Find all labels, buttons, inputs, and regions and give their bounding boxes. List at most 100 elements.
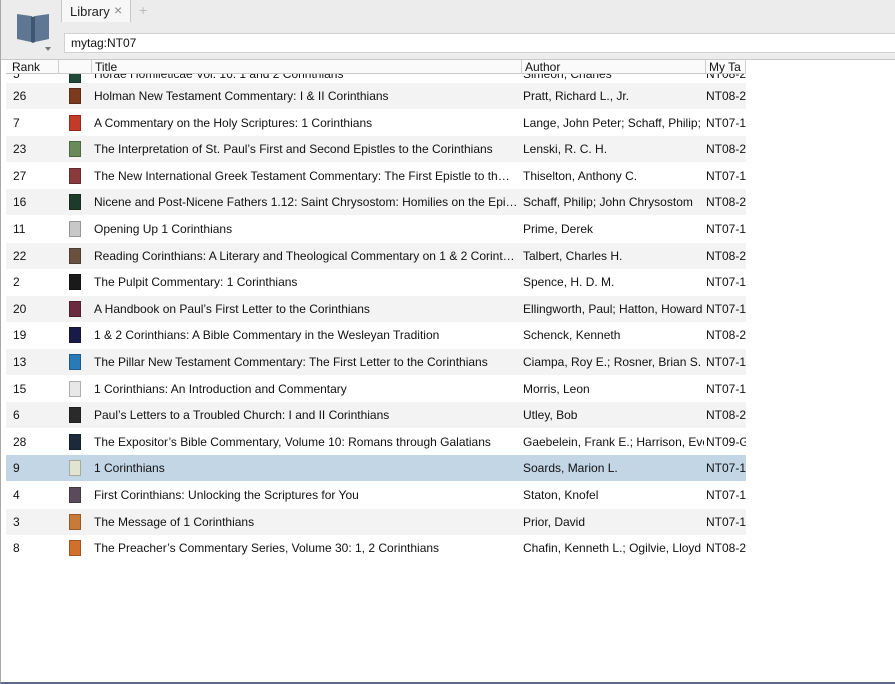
table-row[interactable]: 22 Reading Corinthians: A Literary and Th… xyxy=(6,242,746,269)
table-row[interactable]: 6 Paul’s Letters to a Troubled Church: I … xyxy=(6,402,746,429)
rank-cell: 16 xyxy=(13,195,27,210)
table-row[interactable]: 3 The Message of 1 Corinthians Prior, Davi… xyxy=(6,508,746,535)
table-row[interactable]: 26 Holman New Testament Commentary: I & I… xyxy=(6,83,746,109)
author-cell: Staton, Knofel xyxy=(523,488,599,502)
rank-cell: 2 xyxy=(13,275,20,290)
column-header-title[interactable]: Title xyxy=(92,60,522,74)
rank-cell: 6 xyxy=(13,408,20,423)
title-cell: Holman New Testament Commentary: I & II … xyxy=(94,89,389,103)
table-row[interactable]: 20 A Handbook on Paul’s First Letter to t… xyxy=(6,295,746,322)
author-cell: Chafin, Kenneth L.; Ogilvie, Lloyd xyxy=(523,541,702,556)
tag-cell: NT08-2 xyxy=(706,142,746,157)
book-cover-thumbnail xyxy=(69,354,81,370)
book-cover-thumbnail xyxy=(69,460,81,477)
library-menu-button[interactable] xyxy=(1,0,61,60)
column-header-rank[interactable]: Rank xyxy=(9,60,59,74)
book-cover-thumbnail xyxy=(69,380,81,397)
author-cell: Gaebelein, Frank E.; Harrison, Eve xyxy=(523,434,704,449)
table-row[interactable]: 8 The Preacher’s Commentary Series, Volum… xyxy=(6,535,746,561)
rank-cell: 26 xyxy=(13,89,27,103)
table-row[interactable]: 9 1 Corinthians Soards, Marion L. NT07-1 xyxy=(6,455,746,482)
title-cell: The Expositor’s Bible Commentary, Volume… xyxy=(94,434,491,449)
rank-cell: 11 xyxy=(13,222,26,236)
table-row[interactable]: 13 The Pillar New Testament Commentary: T… xyxy=(6,349,746,375)
author-cell: Ciampa, Roy E.; Rosner, Brian S. xyxy=(523,355,702,369)
book-cover-thumbnail xyxy=(69,327,81,344)
author-cell: Schaff, Philip; John Chrysostom xyxy=(523,195,693,210)
book-cover-thumbnail xyxy=(69,167,81,184)
book-cover-thumbnail xyxy=(69,407,81,424)
tab-library[interactable]: Library × xyxy=(61,0,131,22)
search-input[interactable] xyxy=(64,33,895,53)
table-header: Rank Title Author My Ta xyxy=(6,60,746,74)
title-cell: Nicene and Post-Nicene Fathers 1.12: Sai… xyxy=(94,195,518,210)
book-cover-thumbnail xyxy=(69,487,81,503)
tag-cell: NT07-1 xyxy=(706,222,746,236)
book-cover-thumbnail xyxy=(69,247,81,264)
title-cell: The Pillar New Testament Commentary: The… xyxy=(94,355,488,369)
author-cell: Prime, Derek xyxy=(523,222,594,236)
author-cell: Ellingworth, Paul; Hatton, Howard xyxy=(523,301,703,316)
table-row[interactable]: 19 1 & 2 Corinthians: A Bible Commentary … xyxy=(6,322,746,348)
title-cell: The New International Greek Testament Co… xyxy=(94,168,510,183)
tag-cell: NT08-2 xyxy=(706,328,746,343)
rank-cell: 22 xyxy=(13,248,27,263)
book-cover-thumbnail xyxy=(69,114,81,131)
rank-cell: 15 xyxy=(13,381,27,396)
book-cover-thumbnail xyxy=(69,513,81,530)
rank-cell: 19 xyxy=(13,328,27,343)
library-window: Library × + 5Horae Homileticae Vol. 16: … xyxy=(0,0,895,684)
rank-cell: 27 xyxy=(13,168,27,183)
author-cell: Soards, Marion L. xyxy=(523,461,618,476)
rank-cell: 8 xyxy=(13,541,20,556)
tag-cell: NT08-2 xyxy=(706,408,746,423)
title-cell: 1 Corinthians: An Introduction and Comme… xyxy=(94,381,347,396)
column-header-my-tags[interactable]: My Ta xyxy=(706,60,746,74)
table-row[interactable]: 16 Nicene and Post-Nicene Fathers 1.12: S… xyxy=(6,189,746,216)
tag-cell: NT07-1 xyxy=(706,461,746,476)
tab-label: Library xyxy=(70,4,110,19)
author-cell: Talbert, Charles H. xyxy=(523,248,623,263)
tag-cell: NT07-1 xyxy=(706,168,746,183)
title-cell: Reading Corinthians: A Literary and Theo… xyxy=(94,248,520,263)
author-cell: Utley, Bob xyxy=(523,408,578,423)
book-cover-thumbnail xyxy=(69,194,81,211)
close-icon[interactable]: × xyxy=(114,3,122,17)
tag-cell: NT08-2 xyxy=(706,89,746,103)
book-cover-thumbnail xyxy=(69,433,81,450)
table-row[interactable]: 4 First Corinthians: Unlocking the Script… xyxy=(6,482,746,508)
book-cover-thumbnail xyxy=(69,300,81,317)
rank-cell: 7 xyxy=(13,115,20,130)
title-cell: Opening Up 1 Corinthians xyxy=(94,222,233,236)
tag-cell: NT07-1 xyxy=(706,115,746,130)
table-row[interactable]: 28 The Expositor’s Bible Commentary, Volu… xyxy=(6,429,746,455)
table-row[interactable]: 27 The New International Greek Testament … xyxy=(6,163,746,189)
tag-cell: NT07-1 xyxy=(706,381,746,396)
rank-cell: 9 xyxy=(13,461,20,476)
tag-cell: NT07-1 xyxy=(706,355,746,369)
title-cell: A Commentary on the Holy Scriptures: 1 C… xyxy=(94,115,373,130)
tag-cell: NT08-2 xyxy=(706,541,746,556)
open-book-icon xyxy=(17,14,49,43)
tag-cell: NT07-1 xyxy=(706,301,746,316)
table-row[interactable]: 7 A Commentary on the Holy Scriptures: 1 … xyxy=(6,110,746,136)
column-header-cover[interactable] xyxy=(59,60,92,74)
toolbar: Library × + xyxy=(1,0,895,60)
table-row[interactable]: 15 1 Corinthians: An Introduction and Com… xyxy=(6,376,746,402)
tag-cell: NT07-1 xyxy=(706,488,746,502)
book-cover-thumbnail xyxy=(69,540,81,557)
column-header-author[interactable]: Author xyxy=(522,60,706,74)
table-row[interactable]: 11 Opening Up 1 Corinthians Prime, Derek NT… xyxy=(6,216,746,242)
add-tab-icon[interactable]: + xyxy=(139,3,147,17)
rank-cell: 23 xyxy=(13,142,27,157)
rank-cell: 28 xyxy=(13,434,27,449)
author-cell: Pratt, Richard L., Jr. xyxy=(523,89,630,103)
author-cell: Prior, David xyxy=(523,514,586,529)
table-row[interactable]: 2 The Pulpit Commentary: 1 Corinthians Spe… xyxy=(6,269,746,295)
tag-cell: NT08-2 xyxy=(706,195,746,210)
table-row[interactable]: 23 The Interpretation of St. Paul’s First… xyxy=(6,136,746,163)
book-cover-thumbnail xyxy=(69,141,81,158)
author-cell: Lange, John Peter; Schaff, Philip; xyxy=(523,115,701,130)
title-cell: The Preacher’s Commentary Series, Volume… xyxy=(94,541,440,556)
book-cover-thumbnail xyxy=(69,221,81,237)
